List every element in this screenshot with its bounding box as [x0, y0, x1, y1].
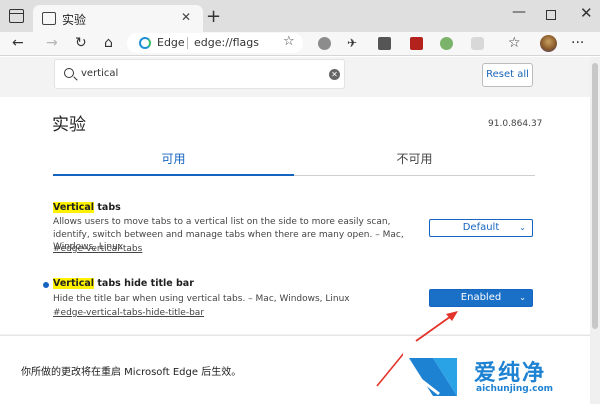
chevron-down-icon: ⌄ [519, 223, 526, 232]
flag-select-hide-title-bar[interactable]: Enabled ⌄ [429, 289, 533, 307]
modified-indicator [43, 282, 49, 288]
tab-unavailable[interactable]: 不可用 [294, 142, 535, 176]
search-flags-input[interactable]: vertical ✕ [54, 59, 345, 89]
flag-description: Hide the title bar when using vertical t… [53, 294, 350, 304]
search-highlight: Vertical [53, 278, 95, 289]
search-highlight: Vertical [53, 202, 95, 213]
scrollbar[interactable] [590, 57, 600, 404]
toolbar: ← → ↻ ⌂ Edge edge://flags ☆ ✈ ☆ ··· [0, 32, 600, 56]
flag-title-rest: tabs hide title bar [94, 278, 194, 289]
scrollbar-thumb[interactable] [592, 63, 598, 329]
watermark-name: 爱纯净 [474, 361, 547, 386]
flag-title: Vertical tabs hide title bar [53, 278, 194, 289]
extension-bird-icon[interactable]: ✈ [347, 34, 357, 52]
page-icon [42, 12, 56, 25]
extension-window-icon[interactable] [378, 37, 391, 50]
extension-green-icon[interactable] [440, 37, 453, 50]
add-favorite-icon[interactable]: ☆ [283, 34, 295, 49]
restart-message: 你所做的更改将在重启 Microsoft Edge 后生效。 [21, 367, 242, 378]
extension-gray-icon[interactable] [318, 37, 331, 50]
flag-select-vertical-tabs[interactable]: Default ⌄ [429, 219, 533, 237]
chevron-down-icon: ⌄ [519, 293, 526, 302]
profile-avatar[interactable] [540, 35, 557, 52]
search-icon [64, 68, 74, 78]
new-tab-icon[interactable]: + [206, 6, 221, 27]
tab-strip: 实验 ✕ + — ✕ [0, 0, 600, 32]
edge-logo-icon [139, 37, 151, 49]
tab-actions-icon[interactable] [9, 9, 24, 23]
clear-search-icon[interactable]: ✕ [329, 69, 340, 80]
tab-available[interactable]: 可用 [53, 142, 294, 176]
extension-s-icon[interactable] [471, 37, 484, 50]
minimize-icon[interactable]: — [512, 4, 526, 20]
extension-ublock-icon[interactable] [410, 37, 423, 50]
back-icon[interactable]: ← [12, 34, 24, 52]
reset-all-button[interactable]: Reset all [482, 63, 533, 87]
more-icon[interactable]: ··· [571, 34, 584, 52]
address-url[interactable]: edge://flags [194, 36, 259, 49]
forward-icon[interactable]: → [46, 34, 58, 52]
home-icon[interactable]: ⌂ [104, 34, 113, 52]
close-window-icon[interactable]: ✕ [580, 4, 593, 22]
version-label: 91.0.864.37 [488, 119, 543, 129]
flag-title-rest: tabs [94, 202, 121, 213]
browser-tab[interactable]: 实验 ✕ [33, 5, 203, 32]
address-bar[interactable]: Edge edge://flags ☆ [127, 33, 303, 53]
maximize-icon[interactable] [546, 10, 556, 20]
address-brand: Edge [157, 36, 185, 49]
flag-select-value: Enabled [460, 292, 502, 303]
address-divider [187, 37, 188, 49]
favorites-icon[interactable]: ☆ [508, 34, 521, 52]
watermark-url: aichunjing.com [476, 384, 554, 394]
flag-link[interactable]: #edge-vertical-tabs [53, 244, 142, 254]
watermark-logo [403, 350, 466, 402]
search-value[interactable]: vertical [81, 68, 118, 79]
page-title: 实验 [52, 115, 86, 135]
refresh-icon[interactable]: ↻ [75, 34, 87, 52]
flag-select-value: Default [462, 222, 500, 233]
flag-link[interactable]: #edge-vertical-tabs-hide-title-bar [53, 308, 204, 318]
close-tab-icon[interactable]: ✕ [181, 10, 191, 24]
tab-title: 实验 [62, 13, 87, 27]
flag-title: Vertical tabs [53, 202, 121, 213]
